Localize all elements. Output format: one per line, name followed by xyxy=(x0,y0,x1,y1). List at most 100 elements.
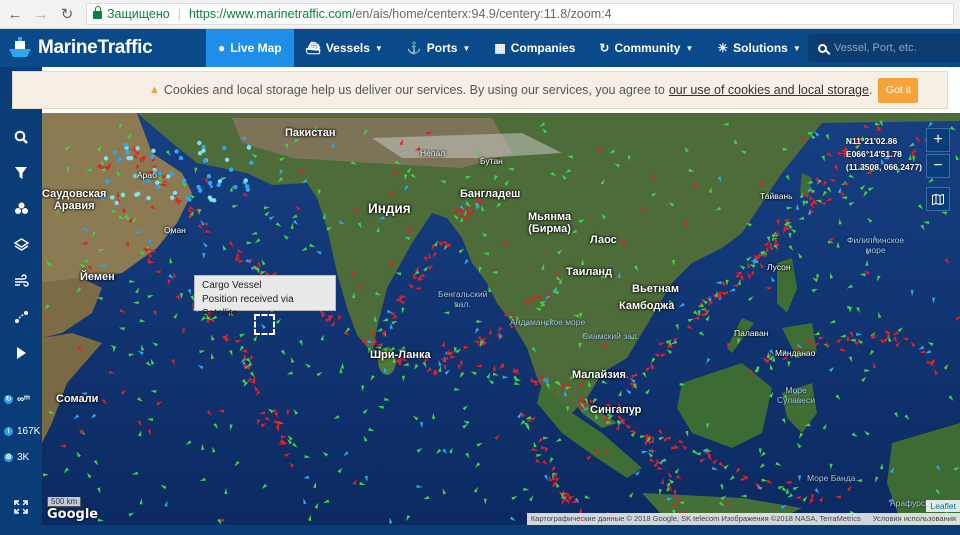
port-marker[interactable] xyxy=(246,145,252,150)
port-marker[interactable] xyxy=(157,171,162,176)
building-icon: ▦ xyxy=(494,41,506,55)
port-marker[interactable] xyxy=(174,149,179,154)
nav-label: Ports xyxy=(426,41,458,55)
map-label-myanmar: Мьянма (Бирма) xyxy=(528,211,572,235)
leaflet-link[interactable]: Leaflet xyxy=(926,500,960,512)
route-icon[interactable] xyxy=(0,299,42,335)
port-marker[interactable] xyxy=(155,180,160,185)
wind-icon[interactable] xyxy=(0,263,42,299)
map-label-bhutan: Бутан xyxy=(480,156,503,166)
port-marker[interactable] xyxy=(156,184,161,189)
station-count-stat[interactable]: ⚙ 3K xyxy=(0,447,42,467)
port-marker[interactable] xyxy=(114,200,119,205)
port-marker[interactable] xyxy=(128,156,134,161)
nav-solutions[interactable]: ☀ Solutions ▼ xyxy=(705,29,812,67)
browser-toolbar: ← → ↻ Защищено | https://www.marinetraff… xyxy=(0,0,960,29)
port-marker[interactable] xyxy=(197,151,203,156)
terms-link[interactable]: Условия использования xyxy=(873,513,956,525)
search-input[interactable] xyxy=(834,42,944,54)
chevron-down-icon: ▼ xyxy=(685,43,694,53)
zoom-out-button[interactable]: − xyxy=(926,154,950,178)
port-marker[interactable] xyxy=(216,182,221,188)
search-icon[interactable] xyxy=(0,119,42,155)
got-it-button[interactable]: Got it xyxy=(878,77,919,103)
port-marker[interactable] xyxy=(146,195,151,201)
map-type-icon[interactable] xyxy=(926,187,950,211)
map-label-pakistan: Пакистан xyxy=(285,127,336,139)
scale-bar: 500 km xyxy=(47,497,82,507)
map-label-thailand: Таиланд xyxy=(566,266,613,278)
port-marker[interactable] xyxy=(103,156,109,161)
port-marker[interactable] xyxy=(245,187,250,192)
forward-arrow-icon[interactable]: → xyxy=(30,3,52,25)
play-icon[interactable] xyxy=(0,335,42,371)
port-marker[interactable] xyxy=(172,190,178,196)
port-marker[interactable] xyxy=(105,179,110,184)
cookie-policy-link[interactable]: our use of cookies and local storage xyxy=(669,83,869,97)
filter-icon[interactable] xyxy=(0,155,42,191)
zoom-in-button[interactable]: + xyxy=(926,128,950,152)
map-label-cambodia: Камбоджа xyxy=(619,300,675,312)
port-marker[interactable] xyxy=(249,160,254,165)
address-bar[interactable]: Защищено | https://www.marinetraffic.com… xyxy=(86,3,954,25)
port-marker[interactable] xyxy=(135,146,140,151)
port-marker[interactable] xyxy=(243,178,248,183)
port-marker[interactable] xyxy=(135,191,141,196)
reload-icon[interactable]: ↻ xyxy=(56,3,78,25)
port-marker[interactable] xyxy=(178,155,184,161)
port-marker[interactable] xyxy=(203,158,208,163)
infinity-label: ∞ᵐ xyxy=(17,393,30,405)
port-marker[interactable] xyxy=(125,150,130,155)
port-marker[interactable] xyxy=(212,198,217,203)
nav-ports[interactable]: ⚓ Ports ▼ xyxy=(395,29,483,67)
port-marker[interactable] xyxy=(207,195,212,200)
port-marker[interactable] xyxy=(170,195,175,200)
search-box[interactable] xyxy=(808,34,960,62)
port-marker[interactable] xyxy=(110,195,115,200)
selected-vessel-marker[interactable] xyxy=(254,314,275,335)
port-marker[interactable] xyxy=(228,167,234,172)
warning-icon: ▲ xyxy=(149,84,160,96)
port-marker[interactable] xyxy=(151,148,156,153)
nav-label: Solutions xyxy=(733,41,788,55)
nav-label: Live Map xyxy=(230,41,282,55)
nav-vessels[interactable]: ⛴ Vessels ▼ xyxy=(294,29,395,67)
search-icon xyxy=(818,43,827,53)
port-marker[interactable] xyxy=(150,154,155,159)
expand-icon[interactable] xyxy=(0,489,42,525)
vessel-count-stat[interactable]: i 167K xyxy=(0,421,42,441)
secure-indicator[interactable]: Защищено xyxy=(87,6,170,21)
map-label-taiwan: Тайвань xyxy=(760,191,793,201)
gear-icon: ⚙ xyxy=(4,452,13,462)
map-canvas[interactable] xyxy=(42,113,960,525)
port-marker[interactable] xyxy=(222,145,227,151)
port-marker[interactable] xyxy=(181,178,187,183)
map-label-malaysia: Малайзия xyxy=(572,369,626,381)
port-marker[interactable] xyxy=(206,174,212,179)
sea-label-sulawesi: Море Сулавеси xyxy=(777,385,816,405)
infinity-stat[interactable]: ↻ ∞ᵐ xyxy=(0,389,42,409)
layers-icon[interactable] xyxy=(0,227,42,263)
port-marker[interactable] xyxy=(117,157,122,162)
chevron-down-icon: ▼ xyxy=(792,43,801,53)
cursor-coordinates: N11°21'02.86 E066°14'51.78 (11.3508, 066… xyxy=(846,135,922,174)
cluster-icon[interactable] xyxy=(0,191,42,227)
port-marker[interactable] xyxy=(201,144,206,150)
nav-community[interactable]: ↻ Community ▼ xyxy=(587,29,705,67)
port-marker[interactable] xyxy=(166,174,171,179)
back-arrow-icon[interactable]: ← xyxy=(4,3,26,25)
port-marker[interactable] xyxy=(123,142,128,147)
port-marker[interactable] xyxy=(196,184,201,190)
live-map[interactable]: Пакистан Индия Непал Бутан Бангладеш Мьянма (… xyxy=(42,113,960,525)
port-marker[interactable] xyxy=(112,150,118,155)
port-marker[interactable] xyxy=(120,192,126,197)
port-marker[interactable] xyxy=(224,157,230,162)
map-label-mindanao: Минданао xyxy=(775,348,816,358)
nav-companies[interactable]: ▦ Companies xyxy=(482,29,587,67)
port-marker[interactable] xyxy=(197,140,202,146)
port-marker[interactable] xyxy=(233,184,238,190)
port-marker[interactable] xyxy=(185,196,190,201)
port-marker[interactable] xyxy=(207,180,213,186)
logo[interactable]: MarineTraffic xyxy=(0,29,206,67)
nav-live-map[interactable]: ● Live Map xyxy=(206,29,294,67)
